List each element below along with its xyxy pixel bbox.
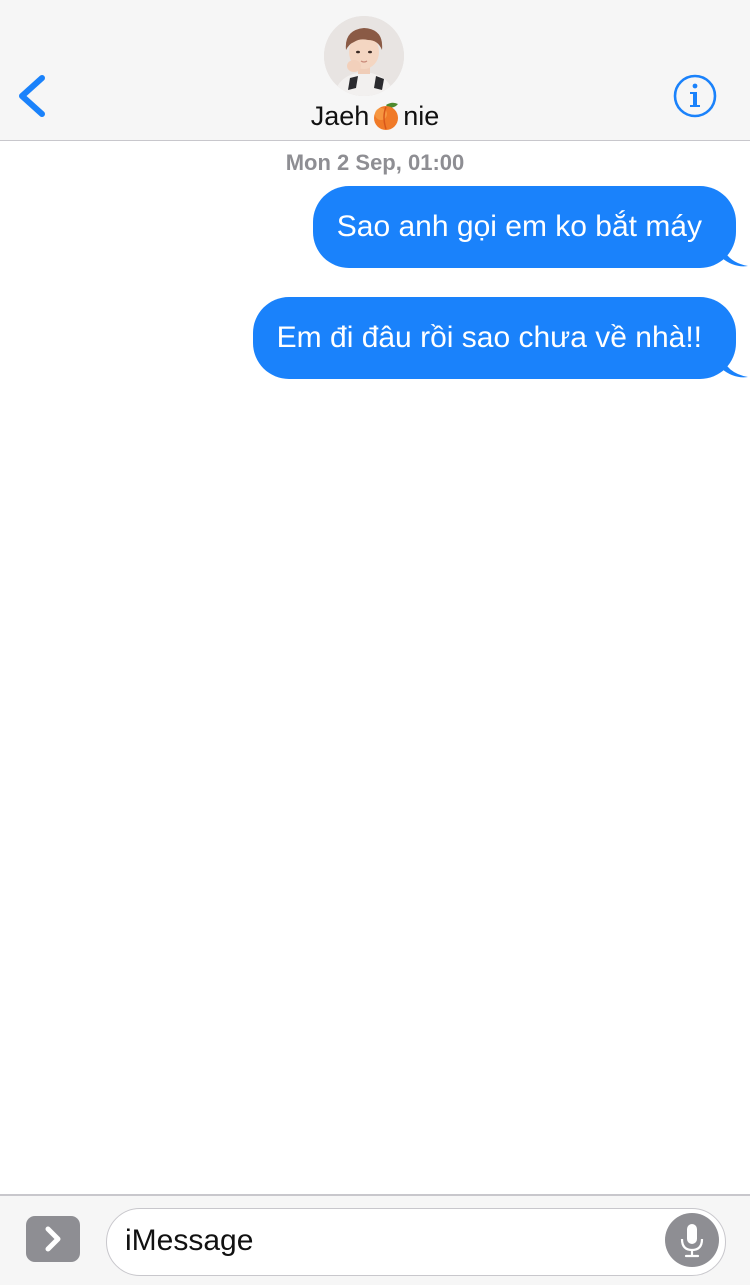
bubble-tail [722, 355, 748, 379]
dictation-button[interactable] [665, 1213, 719, 1267]
contact-avatar-photo [324, 16, 404, 96]
info-circle-icon [673, 74, 717, 118]
message-field[interactable] [106, 1208, 726, 1276]
chevron-right-icon [45, 1226, 61, 1252]
contact-name-prefix: Jaeh [310, 101, 370, 131]
message-bubble-outgoing[interactable]: Sao anh gọi em ko bắt máy [312, 186, 748, 268]
conversation-timestamp: Mon 2 Sep, 01:00 [285, 150, 465, 175]
message-text: Em đi đâu rồi sao chưa về nhà!! [276, 321, 702, 354]
info-button[interactable] [672, 73, 718, 119]
contact-name[interactable]: Jaeh nie [0, 98, 750, 134]
bubble-tail [722, 244, 748, 268]
message-text: Sao anh gọi em ko bắt máy [336, 210, 702, 243]
microphone-icon [680, 1224, 704, 1258]
contact-name-suffix: nie [403, 101, 440, 131]
message-bubble-outgoing[interactable]: Em đi đâu rồi sao chưa về nhà!! [252, 297, 748, 379]
app-drawer-button[interactable] [26, 1216, 80, 1262]
peach-emoji-icon [370, 99, 402, 131]
message-input[interactable] [125, 1209, 645, 1273]
conversation-header: Jaeh nie [0, 0, 750, 141]
message-input-bar [0, 1194, 750, 1285]
contact-avatar[interactable] [324, 16, 404, 96]
messages-screen: Jaeh nie Mon 2 Sep, 01:00 Sao anh gọi em… [0, 0, 750, 1285]
